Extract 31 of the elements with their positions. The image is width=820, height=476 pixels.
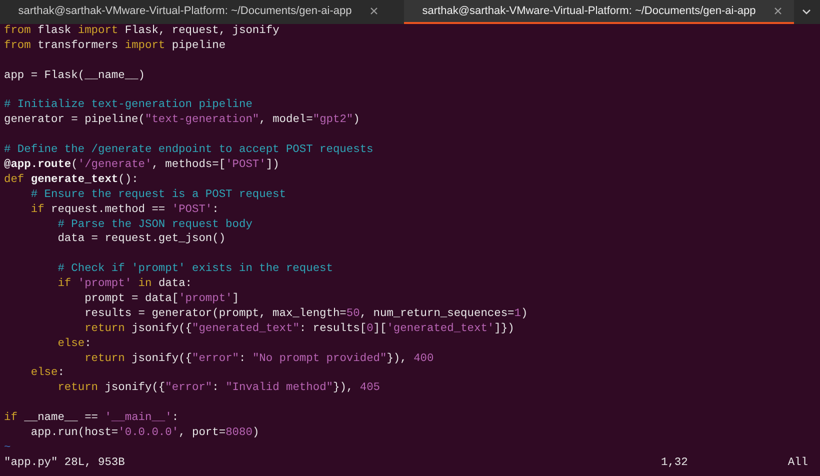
code-line: generator = pipeline("text-generation", model="gpt2")	[4, 113, 360, 128]
cursor-position: 1,32	[660, 456, 688, 471]
chevron-down-icon[interactable]	[802, 9, 811, 15]
code-line: from flask import Flask, request, jsonify	[4, 24, 280, 39]
code-line: @app.route('/generate', methods=['POST'])	[4, 158, 280, 173]
code-line: return jsonify({"generated_text": results[0]['generated_text']})	[84, 322, 514, 337]
file-info: "app.py" 28L, 953B	[4, 456, 125, 471]
code-line: # Initialize text-generation pipeline	[4, 98, 252, 114]
code-line: return jsonify({"error": "No prompt provided"}), 400	[84, 352, 434, 366]
code-line: else:	[56, 336, 92, 352]
code-line: if request.method == 'POST':	[30, 202, 219, 218]
code-line: if 'prompt' in data:	[56, 277, 192, 292]
close-icon[interactable]	[370, 7, 378, 15]
terminal-tab[interactable]: sarthak@sarthak-VMware-Virtual-Platform: ~/Documents/gen-ai-app	[404, 0, 794, 24]
code-line: # Parse the JSON request body	[56, 218, 252, 232]
code-line: app = Flask(__name__)	[4, 68, 145, 84]
code-line: return jsonify({"error": "Invalid method"}), 405	[56, 381, 380, 396]
code-line: # Check if 'prompt' exists in the request	[56, 262, 333, 278]
close-icon[interactable]	[774, 7, 782, 15]
empty-line-marker: ~	[4, 440, 11, 456]
code-line: prompt = data['prompt']	[84, 292, 239, 307]
code-line: else:	[30, 366, 64, 382]
code-line: def generate_text():	[4, 172, 138, 188]
code-line: results = generator(prompt, max_length=50, num_return_sequences=1)	[84, 306, 528, 322]
code-line: from transformers import pipeline	[4, 38, 226, 54]
code-line: # Ensure the request is a POST request	[30, 188, 286, 203]
code-line: app.run(host='0.0.0.0', port=8080)	[30, 426, 260, 441]
code-line: # Define the /generate endpoint to accept POST requests	[4, 143, 374, 158]
code-line: if __name__ == '__main__':	[4, 411, 179, 426]
scroll-indicator: All	[788, 456, 808, 471]
code-line: data = request.get_json()	[56, 232, 226, 248]
